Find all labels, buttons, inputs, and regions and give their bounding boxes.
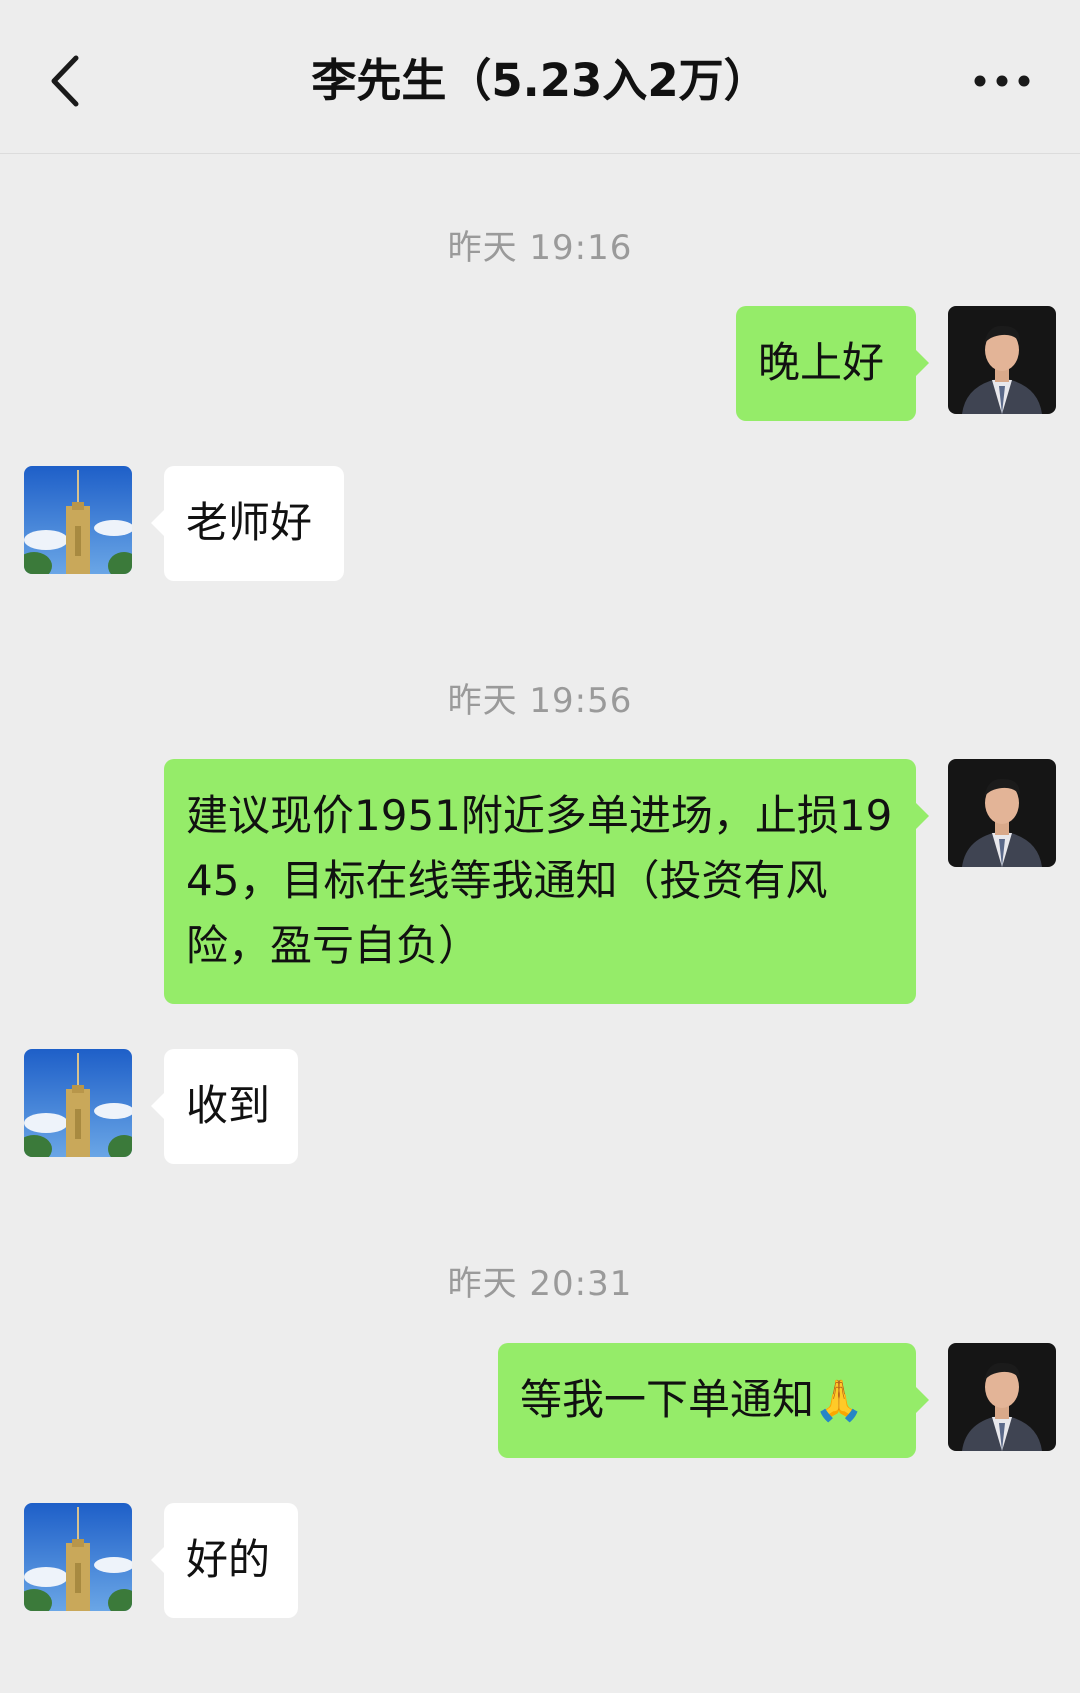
timestamp: 昨天 19:56	[447, 681, 633, 721]
chat-area[interactable]: 昨天 19:16 晚上好 老师好 昨天 19:56 建议现价1951附近多单进场…	[0, 154, 1080, 1693]
contact-avatar[interactable]	[24, 1049, 132, 1157]
received-message-bubble[interactable]: 好的	[164, 1503, 298, 1618]
more-button[interactable]	[968, 54, 1036, 108]
contact-avatar[interactable]	[24, 466, 132, 574]
own-avatar[interactable]	[948, 1343, 1056, 1451]
bubble-tail	[916, 803, 929, 829]
bubble-tail	[151, 1547, 164, 1573]
bubble-tail	[916, 1387, 929, 1413]
own-avatar[interactable]	[948, 759, 1056, 867]
chat-title: 李先生（5.23入2万）	[311, 54, 769, 107]
bubble-tail	[916, 350, 929, 376]
chat-header: 李先生（5.23入2万）	[0, 0, 1080, 154]
own-avatar[interactable]	[948, 306, 1056, 414]
bubble-tail	[151, 510, 164, 536]
sent-message-bubble[interactable]: 晚上好	[736, 306, 916, 421]
praying-hands-icon: 🙏	[814, 1378, 864, 1424]
sent-message-bubble[interactable]: 建议现价1951附近多单进场，止损1945，目标在线等我通知（投资有风险，盈亏自…	[164, 759, 916, 1004]
sent-message-bubble[interactable]: 等我一下单通知🙏	[498, 1343, 916, 1458]
message-text: 等我一下单通知	[520, 1375, 815, 1424]
chevron-left-icon	[51, 55, 79, 107]
contact-avatar[interactable]	[24, 1503, 132, 1611]
more-dots-icon	[974, 75, 1030, 87]
timestamp: 昨天 19:16	[447, 228, 633, 268]
back-button[interactable]	[40, 50, 92, 112]
received-message-bubble[interactable]: 老师好	[164, 466, 344, 581]
timestamp: 昨天 20:31	[447, 1264, 633, 1304]
bubble-tail	[151, 1093, 164, 1119]
received-message-bubble[interactable]: 收到	[164, 1049, 298, 1164]
